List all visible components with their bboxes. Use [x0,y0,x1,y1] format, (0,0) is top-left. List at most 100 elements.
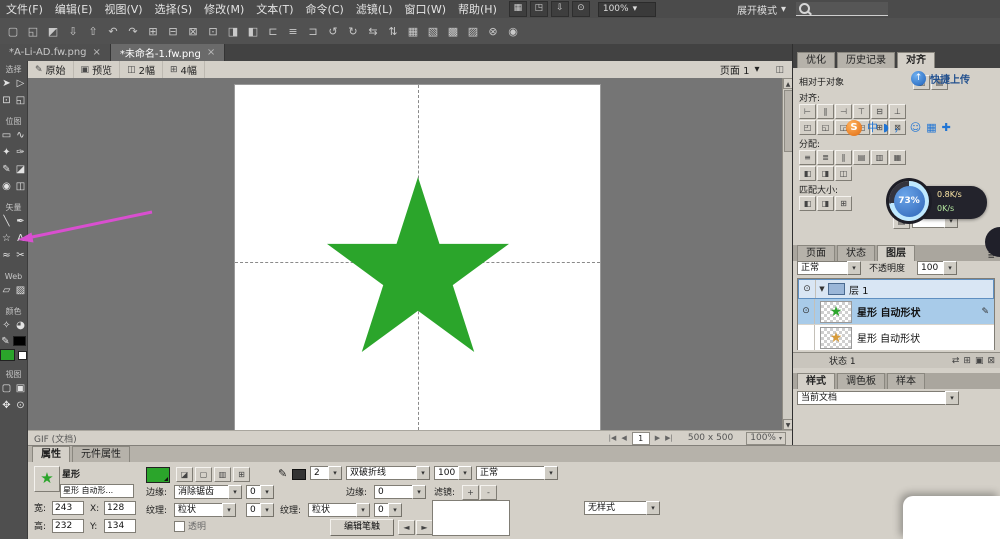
fill-option-icon[interactable]: ▢ [195,467,212,482]
zoom-level-select[interactable]: 100% ▾ [746,432,786,445]
pen-tool-icon[interactable]: ✒ [15,213,27,230]
menu-item[interactable]: 选择(S) [149,1,199,18]
match-size-icon[interactable]: ◧ [799,196,816,211]
export-icon[interactable]: ⇧ [84,22,102,40]
style-select[interactable]: 无样式 ▾ [584,501,660,515]
search-icon[interactable]: ⊙ [572,1,590,17]
punctuation-icon[interactable]: ， [894,120,905,136]
bring-to-front-icon[interactable]: ◨ [224,22,242,40]
fit-canvas-icon[interactable]: ▧ [424,22,442,40]
pencil-tool-icon[interactable]: ✎ [1,161,13,178]
match-size-icon[interactable]: ⊞ [835,196,852,211]
close-tab-icon[interactable]: × [207,47,215,58]
zoom-tool-icon[interactable]: ⊙ [15,397,27,414]
distribute-icon[interactable]: ▥ [871,150,888,165]
menu-item[interactable]: 修改(M) [198,1,250,18]
align-icon[interactable]: ⊥ [889,104,906,119]
layer-folder-name[interactable]: 层 1 [849,282,869,297]
show-guides-icon[interactable]: ▨ [464,22,482,40]
full-screen-icon[interactable]: ▣ [15,380,27,397]
edit-layer-icon[interactable]: ✎ [981,307,989,317]
last-frame-icon[interactable]: ▶| [665,434,673,442]
distribute-icon[interactable]: ▤ [853,150,870,165]
align-center-icon[interactable]: ≡ [284,22,302,40]
view-mode-2up[interactable]: ◫ 2幅 [120,61,163,78]
fill-color-swatch[interactable] [0,349,15,361]
page-select[interactable]: 页面 1 ▾ [712,62,768,77]
tab-states[interactable]: 状态 [837,245,875,261]
join-icon[interactable]: ⊠ [184,22,202,40]
blend-mode-select[interactable]: 正常 ▾ [797,261,861,275]
view-mode-4up[interactable]: ⊞ 4幅 [163,61,205,78]
stroke-color-swatch[interactable] [292,469,306,480]
tab-optimize[interactable]: 优化 [797,52,835,68]
frame-number-field[interactable]: 1 [632,432,650,445]
emoji-icon[interactable]: ☺ [910,120,921,136]
ungroup-icon[interactable]: ⊟ [164,22,182,40]
shape-name-field[interactable]: 星形 自动形... [60,484,134,498]
align-left-icon[interactable]: ⊏ [264,22,282,40]
match-size-icon[interactable]: ◨ [817,196,834,211]
align-right-icon[interactable]: ⊐ [304,22,322,40]
document-tab[interactable]: *A-Li-AD.fw.png × [0,44,111,61]
stroke-color-swatch[interactable] [13,336,26,346]
crop-document-icon[interactable]: ▦ [404,22,422,40]
distribute-icon[interactable]: ∥ [835,150,852,165]
slice-tool-icon[interactable]: ▨ [15,282,27,299]
tab-properties[interactable]: 属性 [32,446,70,462]
lock-icon[interactable]: ⊗ [484,22,502,40]
net-speed-overlay[interactable]: 73% 0.8K/s 0K/s [889,181,989,225]
open-icon[interactable]: ◱ [24,22,42,40]
menu-item[interactable]: 窗口(W) [399,1,452,18]
marquee-tool-icon[interactable]: ▭ [1,127,13,144]
distribute-icon[interactable]: ◧ [799,166,816,181]
tab-symbol-properties[interactable]: 元件属性 [72,446,130,462]
rotate-ccw-icon[interactable]: ↺ [324,22,342,40]
flip-horizontal-icon[interactable]: ⇆ [364,22,382,40]
magnification-select[interactable]: 100% ▾ [598,2,656,17]
freeform-tool-icon[interactable]: ≈ [1,247,13,264]
delete-layer-icon[interactable]: ⊠ [987,356,995,366]
fill-edge-amount[interactable]: 0 ▾ [246,485,274,499]
filters-list[interactable] [432,500,510,536]
eyedropper-tool-icon[interactable]: ✧ [1,317,13,334]
tab-history[interactable]: 历史记录 [837,52,895,68]
save-icon[interactable]: ◩ [44,22,62,40]
subselection-tool-icon[interactable]: ▷ [15,75,27,92]
remove-filter-button[interactable]: - [480,485,497,500]
align-icon[interactable]: ⊤ [853,104,870,119]
star-tool-icon[interactable]: ☆ [1,230,13,247]
new-bitmap-icon[interactable]: ⊞ [963,356,971,366]
stroke-category-select[interactable]: 双破折线 ▾ [346,466,430,480]
import-icon[interactable]: ⇩ [64,22,82,40]
knife-tool-icon[interactable]: ✂ [15,247,27,264]
align-icon[interactable]: ⊣ [835,104,852,119]
fill-option-icon[interactable]: ◪ [176,467,193,482]
line-tool-icon[interactable]: ╲ [1,213,13,230]
keyboard-icon[interactable]: ▦ [926,120,936,136]
tab-palette[interactable]: 调色板 [837,373,885,389]
fill-edge-select[interactable]: 消除锯齿 ▾ [174,485,242,499]
tab-align[interactable]: 对齐 [897,52,935,68]
align-icon[interactable]: ◱ [817,120,834,135]
distribute-icon[interactable]: ≣ [817,150,834,165]
layer-folder-row[interactable]: ⊙ ▼ 层 1 [798,279,994,299]
no-color-icon[interactable] [18,351,27,360]
stroke-size-field[interactable]: 2 ▾ [310,466,342,480]
rubber-stamp-tool-icon[interactable]: ◫ [15,178,27,195]
layer-name[interactable]: 星形 自动形状 [857,304,920,319]
halfwidth-icon[interactable]: ◗ [883,120,889,136]
split-icon[interactable]: ⊡ [204,22,222,40]
shape-blend-mode-select[interactable]: 正常 ▾ [476,466,558,480]
stroke-edge-amount[interactable]: 0 ▾ [374,485,426,499]
eraser-tool-icon[interactable]: ◪ [15,161,27,178]
view-mode-preview[interactable]: ▣ 预览 [74,61,121,78]
magic-wand-tool-icon[interactable]: ✦ [1,144,13,161]
input-mode-icon[interactable]: 中 [867,120,878,136]
flip-vertical-icon[interactable]: ⇅ [384,22,402,40]
add-filter-button[interactable]: + [462,485,479,500]
expand-arrow-icon[interactable]: ▼ [816,285,828,293]
transparent-checkbox[interactable] [174,521,185,532]
menu-item[interactable]: 滤镜(L) [350,1,399,18]
width-field[interactable]: 243 [52,501,84,515]
